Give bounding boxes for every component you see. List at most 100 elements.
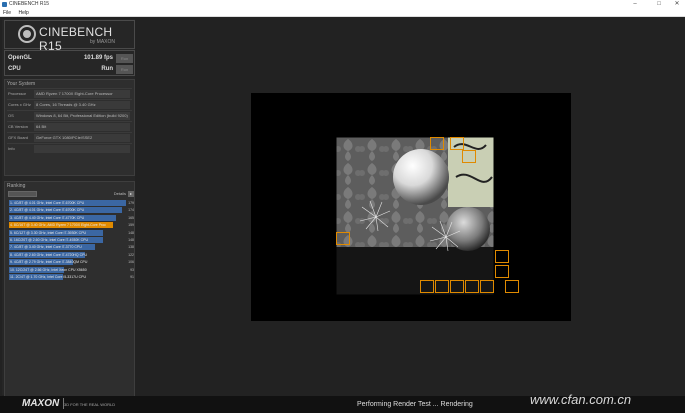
ranking-item-label: 6. 16C/20T @ 2.60 GHz, Intel Core i7-493… [10, 238, 88, 242]
ranking-controls: Details ▸ [7, 191, 134, 199]
ranking-item-score: 91 [130, 275, 134, 279]
system-key: GFX Board [8, 135, 29, 140]
ranking-item[interactable]: 10. 12C/24T @ 2.66 GHz, Intel Xeon CPU X… [9, 266, 136, 273]
ranking-item[interactable]: 8. 4C/8T @ 2.60 GHz, Intel Core i7-4720H… [9, 251, 136, 258]
system-value: 8 Cores, 16 Threads @ 3.40 GHz [34, 101, 130, 109]
tests-panel: OpenGL 101.89 fps Run CPU Run Run [4, 50, 135, 76]
system-row-gfx: GFX Board GeForce GTX 1080/PCIe/SSE2 [7, 132, 132, 142]
section-heading: Ranking [7, 183, 26, 189]
left-panel: CINEBENCH R15 by MAXON OpenGL 101.89 fps… [2, 19, 135, 413]
ranking-item-label: 10. 12C/24T @ 2.66 GHz, Intel Xeon CPU X… [10, 267, 87, 272]
render-bucket [495, 265, 509, 278]
ranking-item[interactable]: 3. 4C/8T @ 4.40 GHz, Intel Core i7-4770K… [9, 214, 136, 221]
menu-help[interactable]: Help [18, 10, 28, 16]
system-row-info: Info [7, 143, 132, 153]
ranking-item-label: 1. 4C/8T @ 4.01 GHz, Intel Core i7-6700K… [10, 201, 85, 205]
ranking-item-score: 174 [128, 208, 134, 213]
logo-brand: CINEBENCH R15 [39, 25, 113, 53]
system-row-os: OS Windows 8, 64 Bit, Professional Editio… [7, 110, 132, 120]
ranking-item-label: 3. 4C/8T @ 4.40 GHz, Intel Core i7-4770K… [10, 215, 85, 220]
system-value: 64 Bit [34, 123, 130, 131]
system-row-processor: Processor AMD Ryzen 7 1700X Eight-Core Pr… [7, 88, 132, 98]
ranking-item[interactable]: 5. 6C/12T @ 3.30 GHz, Intel Core i7-3930… [9, 229, 136, 236]
menu-bar: File Help [0, 9, 685, 17]
render-bucket [420, 280, 434, 293]
details-label: Details [113, 191, 126, 196]
ranking-item[interactable]: 11. 2C/4T @ 1.70 GHz, Intel Core i5-3317… [9, 274, 136, 280]
details-toggle-button[interactable]: ▸ [128, 191, 134, 197]
ranking-item-score: 106 [128, 260, 134, 265]
render-bucket [450, 280, 464, 293]
watermark: www.cfan.com.cn [530, 392, 632, 407]
ranking-item-label: 4. 8C/16T @ 3.40 GHz, AMD Ryzen 7 1700X … [10, 223, 106, 228]
render-bucket [435, 280, 449, 293]
ranking-item[interactable]: 2. 4C/8T @ 4.01 GHz, Intel Core i7-6700K… [9, 207, 136, 214]
system-key: OS [8, 113, 14, 118]
run-opengl-button[interactable]: Run [116, 54, 133, 63]
ranking-item-score: 138 [128, 245, 134, 250]
render-bucket [336, 232, 350, 245]
ranking-item[interactable]: 9. 4C/8T @ 2.79 GHz, Intel Core i7-3840Q… [9, 259, 136, 266]
ranking-item[interactable]: 1. 4C/8T @ 4.01 GHz, Intel Core i7-6700K… [9, 200, 136, 206]
cinebench-logo: CINEBENCH R15 by MAXON [4, 20, 135, 53]
ranking-item-score: 148 [128, 230, 134, 235]
title-bar: CINEBENCH R15 – □ ✕ [0, 0, 685, 9]
render-bucket [430, 137, 444, 150]
render-bucket [480, 280, 494, 293]
menu-file[interactable]: File [3, 10, 11, 16]
test-name: CPU [8, 66, 21, 72]
system-value: GeForce GTX 1080/PCIe/SSE2 [34, 134, 130, 142]
maxon-logo: MAXON [22, 398, 65, 409]
ranking-item-score: 165 [128, 215, 134, 220]
system-value: AMD Ryzen 7 1700X Eight-Core Processor [34, 90, 130, 98]
ranking-item-label: 9. 4C/8T @ 2.79 GHz, Intel Core i7-3840Q… [10, 260, 88, 265]
logo-sub: by MAXON [90, 39, 116, 45]
system-key: Cores x GHz [8, 102, 31, 107]
render-bucket [495, 250, 509, 263]
system-value: Windows 8, 64 Bit, Professional Edition … [34, 112, 130, 120]
system-key: Info [8, 146, 15, 151]
maximize-icon[interactable]: □ [652, 0, 666, 9]
ranking-item[interactable]: 7. 4C/8T @ 3.40 GHz, Intel Core i7-3770 … [9, 244, 136, 251]
ranking-item-score: 159 [128, 223, 134, 228]
close-icon[interactable]: ✕ [670, 0, 684, 9]
ranking-item-label: 11. 2C/4T @ 1.70 GHz, Intel Core i5-3317… [10, 275, 86, 279]
system-row-cores: Cores x GHz 8 Cores, 16 Threads @ 3.40 GH… [7, 99, 132, 109]
test-value: Run [101, 66, 113, 72]
ranking-dropdown[interactable] [8, 191, 37, 197]
window-title: CINEBENCH R15 [9, 1, 50, 7]
render-bucket [462, 150, 476, 163]
ranking-item-score: 122 [128, 252, 134, 257]
run-cpu-button[interactable]: Run [116, 65, 133, 74]
test-row-cpu: CPU Run Run [8, 64, 133, 75]
ranking-item[interactable]: 4. 8C/16T @ 3.40 GHz, AMD Ryzen 7 1700X … [9, 222, 136, 229]
render-bucket [465, 280, 479, 293]
test-value: 101.89 fps [83, 55, 113, 61]
footer-bar: MAXON 3D FOR THE REAL WORLD Performing R… [0, 392, 685, 413]
test-name: OpenGL [8, 55, 32, 61]
ranking-item-label: 5. 6C/12T @ 3.30 GHz, Intel Core i7-3930… [10, 230, 87, 235]
cinema4d-logo-icon [18, 25, 36, 43]
ranking-item-label: 2. 4C/8T @ 4.01 GHz, Intel Core i7-6700K… [10, 208, 85, 213]
ranking-item-score: 179 [128, 201, 134, 205]
system-key: Processor [8, 91, 27, 96]
test-row-opengl: OpenGL 101.89 fps Run [8, 53, 133, 64]
ranking-item-label: 8. 4C/8T @ 2.60 GHz, Intel Core i7-4720H… [10, 252, 88, 257]
maxon-tagline: 3D FOR THE REAL WORLD [64, 402, 116, 407]
minimize-icon[interactable]: – [628, 0, 642, 9]
system-key: CB Version [8, 124, 29, 129]
cinebench-window: CINEBENCH R15 – □ ✕ File Help CINEBENCH … [0, 0, 685, 413]
ranking-item[interactable]: 6. 16C/20T @ 2.60 GHz, Intel Core i7-493… [9, 237, 136, 243]
section-heading: Your System [7, 81, 36, 87]
render-bucket [450, 137, 464, 150]
ranking-item-score: 93 [130, 267, 134, 272]
ranking-item-score: 148 [128, 238, 134, 242]
render-bucket [505, 280, 519, 293]
ranking-panel: Ranking Details ▸ 1. 4C/8T @ 4.01 GHz, I… [4, 181, 135, 413]
system-row-cb-version: CB Version 64 Bit [7, 121, 132, 131]
ranking-item-label: 7. 4C/8T @ 3.40 GHz, Intel Core i7-3770 … [10, 245, 82, 250]
your-system-panel: Your System Processor AMD Ryzen 7 1700X E… [4, 79, 135, 176]
info-field[interactable] [34, 145, 130, 153]
app-icon [2, 2, 7, 7]
render-status: Performing Render Test ... Rendering [357, 401, 473, 408]
